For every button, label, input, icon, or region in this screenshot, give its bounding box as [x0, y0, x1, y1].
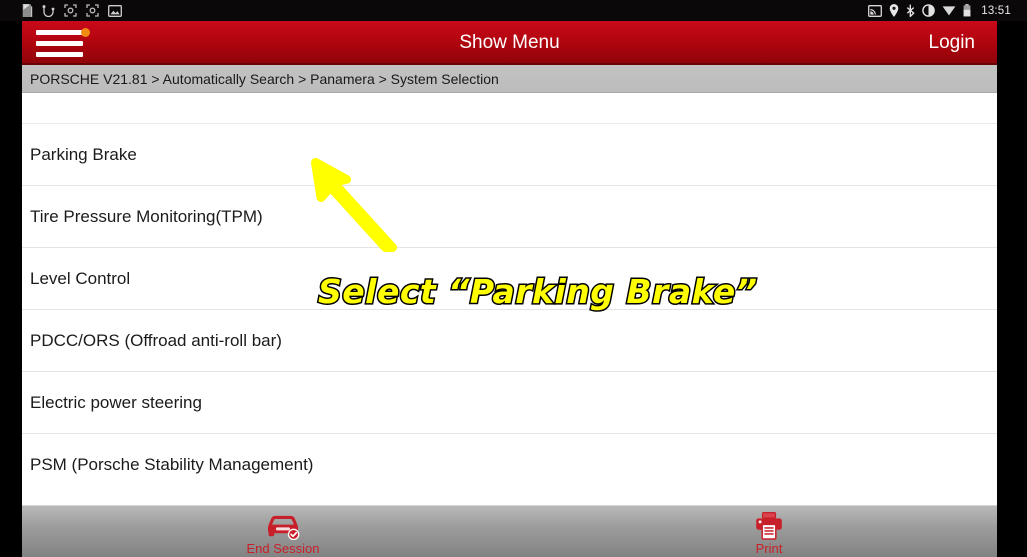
end-session-label: End Session [246, 541, 320, 556]
bottom-toolbar: End Session Print [22, 505, 997, 557]
list-item-label: Tire Pressure Monitoring(TPM) [30, 206, 263, 226]
page-title: Show Menu [459, 32, 560, 53]
list-item[interactable]: Tire Pressure Monitoring(TPM) [22, 186, 997, 248]
do-not-disturb-icon [922, 4, 936, 17]
list-item[interactable]: PSM (Porsche Stability Management) [22, 434, 997, 496]
list-item-label: Parking Brake [30, 144, 137, 164]
hamburger-bar [36, 29, 83, 35]
cast-icon [868, 4, 883, 17]
list-item[interactable]: Level Control [22, 248, 997, 310]
list-item-label: PDCC/ORS (Offroad anti-roll bar) [30, 330, 282, 350]
hamburger-bar [36, 40, 83, 46]
list-item-label: Level Control [30, 268, 131, 288]
usb-debug-icon [42, 4, 55, 17]
car-check-icon [268, 515, 300, 540]
wifi-icon [942, 6, 956, 16]
print-button[interactable]: Print [694, 506, 844, 557]
app-header-bar: Show Menu Login [22, 21, 997, 65]
printer-icon [756, 512, 782, 540]
login-button[interactable]: Login [929, 32, 976, 54]
screenshot-icon [86, 4, 99, 17]
device-screen: 13:51 Show Menu Login PORSCHE V21.81 > A… [0, 0, 1027, 557]
list-item-label: Electric power steering [30, 392, 202, 412]
status-bar-clock: 13:51 [981, 4, 1011, 17]
android-status-bar: 13:51 [0, 0, 1027, 21]
end-session-button[interactable]: End Session [208, 506, 358, 557]
list-item[interactable]: Parking Brake [22, 124, 997, 186]
list-item[interactable]: PDCC/ORS (Offroad anti-roll bar) [22, 310, 997, 372]
system-selection-list[interactable]: Parking Brake Tire Pressure Monitoring(TP… [22, 94, 997, 505]
status-bar-right-icons: 13:51 [868, 4, 1019, 17]
list-item-label: PSM (Porsche Stability Management) [30, 455, 314, 474]
battery-icon [963, 4, 971, 17]
print-label: Print [755, 541, 783, 556]
sd-card-icon [22, 4, 33, 17]
breadcrumb[interactable]: PORSCHE V21.81 > Automatically Search > … [22, 65, 997, 93]
location-pin-icon [889, 4, 899, 17]
bluetooth-icon [907, 4, 915, 17]
screenshot-icon [64, 4, 77, 17]
app-viewport: Show Menu Login PORSCHE V21.81 > Automat… [22, 21, 997, 557]
notification-dot-icon [81, 28, 90, 37]
status-bar-left-icons [22, 4, 122, 17]
hamburger-bar [36, 51, 83, 57]
image-icon [108, 4, 122, 17]
list-row-spacer [22, 94, 997, 124]
list-item[interactable]: Electric power steering [22, 372, 997, 434]
hamburger-menu-icon[interactable] [36, 26, 90, 60]
